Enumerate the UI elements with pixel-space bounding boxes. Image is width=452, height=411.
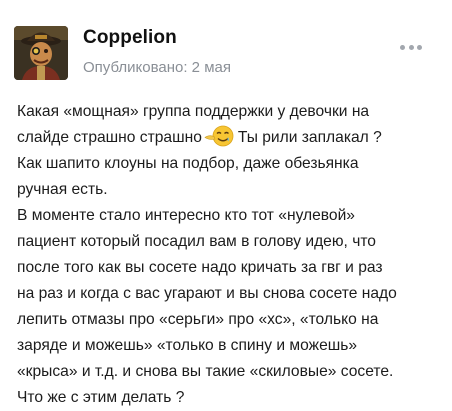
post-text-line: на раз и когда с вас угарают и вы снова … <box>17 285 397 302</box>
author-name[interactable]: Coppelion <box>83 26 231 50</box>
more-horizontal-icon <box>400 44 405 50</box>
post-date: Опубликовано: 2 мая <box>83 59 231 76</box>
post-text-line: Какая «мощная» группа поддержки у девочк… <box>17 103 370 120</box>
post-text-line: «крыса» и т.д. и снова вы такие «скиловы… <box>17 363 394 380</box>
post-header: Coppelion Опубликовано: 2 мая <box>0 0 452 96</box>
avatar-pirate-character-icon <box>14 26 68 80</box>
post-text-line: слайде страшно страшно Ты рили заплакал … <box>17 125 447 151</box>
post-text: Какая «мощная» группа поддержки у девочк… <box>17 99 447 411</box>
more-options-button[interactable] <box>400 42 422 52</box>
post-text-line: Что же с этим делать ? <box>17 389 185 406</box>
post-text-line: лепить отмазы про «серьги» про «хс», «то… <box>17 311 379 328</box>
post-text-line: пациент который посадил вам в голову иде… <box>17 233 376 250</box>
post-text-line: ручная есть. <box>17 181 108 198</box>
author-block: Coppelion Опубликовано: 2 мая <box>83 26 231 78</box>
post-text-segment: Ты рили заплакал ? <box>237 129 382 146</box>
more-horizontal-icon <box>408 44 414 50</box>
post-text-line: заряде и можешь» «только в спину и можеш… <box>17 337 358 354</box>
smiling-face-with-tear-icon <box>204 125 234 147</box>
avatar[interactable] <box>14 26 68 80</box>
post-text-line: Как шапито клоуны на подбор, даже обезья… <box>17 155 359 172</box>
post-text-line: после того как вы сосете надо кричать за… <box>17 259 383 276</box>
post-text-segment: слайде страшно страшно <box>17 129 202 146</box>
post-text-line: В моменте стало интересно кто тот «нулев… <box>17 207 355 224</box>
more-horizontal-icon <box>417 44 422 50</box>
